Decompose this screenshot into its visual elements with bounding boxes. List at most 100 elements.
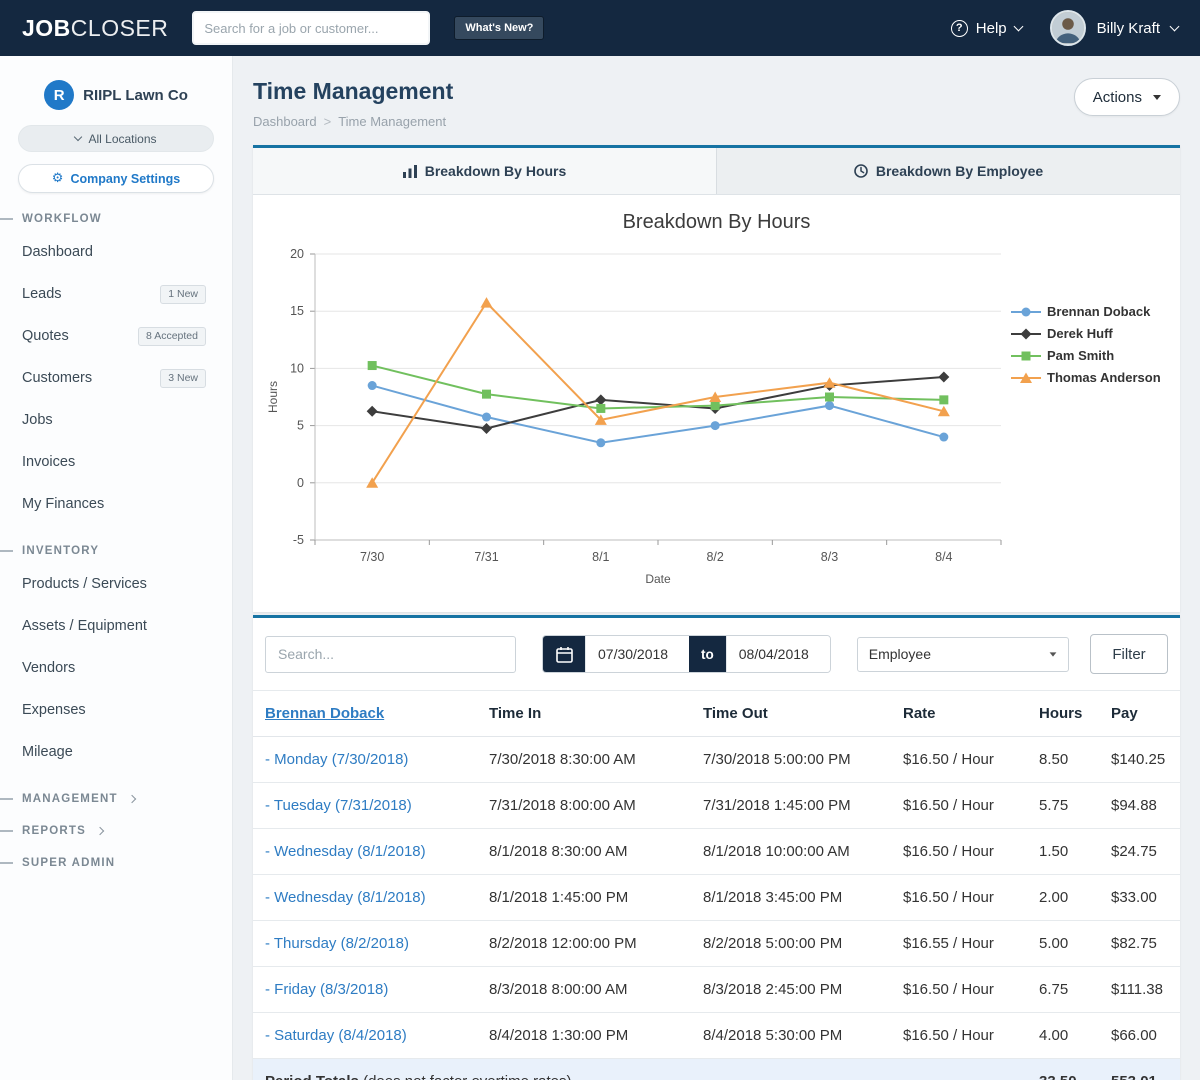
- table-row: - Wednesday (8/1/2018) 8/1/2018 1:45:00 P…: [253, 875, 1180, 921]
- legend-item-pam-smith[interactable]: Pam Smith: [1011, 348, 1179, 363]
- sidebar-item-quotes[interactable]: Quotes8 Accepted: [0, 315, 232, 357]
- help-menu[interactable]: ? Help: [951, 20, 1022, 37]
- tab-breakdown-by-employee[interactable]: Breakdown By Employee: [717, 148, 1180, 194]
- sidebar: R RIIPL Lawn Co All Locations ⚙ Company …: [0, 56, 233, 1080]
- day-link[interactable]: - Wednesday (8/1/2018): [265, 843, 426, 860]
- svg-text:8/2: 8/2: [706, 550, 723, 564]
- sidebar-item-dashboard[interactable]: Dashboard: [0, 231, 232, 273]
- company-name: RIIPL Lawn Co: [83, 87, 188, 104]
- nav-section-workflow: WORKFLOW: [0, 213, 232, 225]
- table-row: - Wednesday (8/1/2018) 8/1/2018 8:30:00 A…: [253, 829, 1180, 875]
- nav-section-management[interactable]: MANAGEMENT: [0, 793, 232, 805]
- column-header-hours: Hours: [1027, 691, 1099, 737]
- pay-cell: $33.00: [1099, 875, 1180, 921]
- sidebar-item-label: Vendors: [22, 660, 75, 676]
- day-link[interactable]: - Saturday (8/4/2018): [265, 1027, 407, 1044]
- locations-label: All Locations: [88, 132, 156, 146]
- pay-cell: $140.25: [1099, 737, 1180, 783]
- period-totals-row: Period Totals (does not factor overtime …: [253, 1059, 1180, 1080]
- all-locations-dropdown[interactable]: All Locations: [18, 125, 214, 152]
- whats-new-button[interactable]: What's New?: [454, 16, 544, 40]
- chevron-right-icon: [96, 827, 104, 835]
- sidebar-item-leads[interactable]: Leads1 New: [0, 273, 232, 315]
- sidebar-item-invoices[interactable]: Invoices: [0, 441, 232, 483]
- chart-legend: Brennan Doback Derek Huff Pam Smith Thomas …: [1011, 304, 1179, 385]
- time-out-cell: 7/31/2018 1:45:00 PM: [691, 783, 891, 829]
- nav-section-reports[interactable]: REPORTS: [0, 825, 232, 837]
- svg-text:Date: Date: [645, 572, 671, 586]
- sidebar-item-assets-equipment[interactable]: Assets / Equipment: [0, 605, 232, 647]
- rate-cell: $16.50 / Hour: [891, 783, 1027, 829]
- table-row: - Saturday (8/4/2018) 8/4/2018 1:30:00 PM…: [253, 1013, 1180, 1059]
- day-link[interactable]: - Friday (8/3/2018): [265, 981, 388, 998]
- time-out-cell: 8/3/2018 2:45:00 PM: [691, 967, 891, 1013]
- chart-title: Breakdown By Hours: [253, 211, 1180, 234]
- legend-marker-icon: [1011, 328, 1041, 340]
- table-row: - Monday (7/30/2018)7/30/2018 8:30:00 AM…: [253, 737, 1180, 783]
- filter-button[interactable]: Filter: [1090, 634, 1168, 674]
- rate-cell: $16.50 / Hour: [891, 967, 1027, 1013]
- day-link[interactable]: - Wednesday (8/1/2018): [265, 889, 426, 906]
- date-to-input[interactable]: [726, 636, 830, 672]
- column-header-time-out: Time Out: [691, 691, 891, 737]
- user-name: Billy Kraft: [1097, 20, 1160, 37]
- company-settings-button[interactable]: ⚙ Company Settings: [18, 164, 214, 193]
- avatar: [1050, 10, 1086, 46]
- legend-item-brennan-doback[interactable]: Brennan Doback: [1011, 304, 1179, 319]
- employee-link[interactable]: Brennan Doback: [265, 705, 384, 722]
- pay-cell: $24.75: [1099, 829, 1180, 875]
- sidebar-item-vendors[interactable]: Vendors: [0, 647, 232, 689]
- caret-down-icon: [1049, 652, 1056, 656]
- breadcrumb-current: Time Management: [317, 114, 447, 129]
- sidebar-item-mileage[interactable]: Mileage: [0, 731, 232, 773]
- sidebar-item-products-services[interactable]: Products / Services: [0, 563, 232, 605]
- user-menu[interactable]: Billy Kraft: [1050, 10, 1178, 46]
- hours-cell: 4.00: [1027, 1013, 1099, 1059]
- sidebar-item-jobs[interactable]: Jobs: [0, 399, 232, 441]
- day-link[interactable]: - Thursday (8/2/2018): [265, 935, 409, 952]
- chevron-down-icon: [1013, 21, 1023, 31]
- global-search: [192, 11, 430, 45]
- tab-breakdown-by-hours[interactable]: Breakdown By Hours: [253, 148, 717, 194]
- chevron-right-icon: [127, 795, 135, 803]
- sidebar-item-label: My Finances: [22, 496, 104, 512]
- time-out-cell: 7/30/2018 5:00:00 PM: [691, 737, 891, 783]
- svg-text:Hours: Hours: [266, 381, 280, 413]
- sidebar-item-my-finances[interactable]: My Finances: [0, 483, 232, 525]
- time-out-cell: 8/2/2018 5:00:00 PM: [691, 921, 891, 967]
- sidebar-item-label: Invoices: [22, 454, 75, 470]
- svg-text:15: 15: [290, 304, 304, 318]
- actions-button[interactable]: Actions: [1074, 78, 1180, 116]
- settings-label: Company Settings: [70, 172, 180, 186]
- table-header-row: Brennan DobackTime InTime OutRateHoursPa…: [253, 691, 1180, 737]
- global-search-input[interactable]: [194, 13, 428, 43]
- svg-text:8/4: 8/4: [935, 550, 952, 564]
- time-in-cell: 8/4/2018 1:30:00 PM: [477, 1013, 691, 1059]
- sidebar-item-label: Products / Services: [22, 576, 147, 592]
- user-photo-icon: [1052, 12, 1084, 44]
- legend-item-thomas-anderson[interactable]: Thomas Anderson: [1011, 370, 1179, 385]
- app-logo[interactable]: JOBCLOSER: [22, 15, 168, 42]
- time-in-cell: 8/1/2018 1:45:00 PM: [477, 875, 691, 921]
- date-range-to-label: to: [689, 636, 726, 672]
- employee-select[interactable]: Employee: [857, 637, 1069, 672]
- breadcrumb-dashboard[interactable]: Dashboard: [253, 114, 317, 129]
- date-from-input[interactable]: [585, 636, 689, 672]
- hours-cell: 2.00: [1027, 875, 1099, 921]
- time-in-cell: 8/1/2018 8:30:00 AM: [477, 829, 691, 875]
- sidebar-item-label: Customers: [22, 370, 92, 386]
- totals-label: Period Totals: [265, 1073, 359, 1080]
- day-link[interactable]: - Monday (7/30/2018): [265, 751, 408, 768]
- hours-cell: 5.75: [1027, 783, 1099, 829]
- totals-note: (does not factor overtime rates): [359, 1073, 572, 1080]
- sidebar-item-expenses[interactable]: Expenses: [0, 689, 232, 731]
- legend-item-derek-huff[interactable]: Derek Huff: [1011, 326, 1179, 341]
- rate-cell: $16.50 / Hour: [891, 829, 1027, 875]
- employee-column-header: Brennan Doback: [253, 691, 477, 737]
- breadcrumb: DashboardTime Management: [253, 114, 453, 129]
- calendar-button[interactable]: [543, 636, 585, 672]
- sidebar-item-customers[interactable]: Customers3 New: [0, 357, 232, 399]
- svg-text:7/31: 7/31: [474, 550, 498, 564]
- table-search-input[interactable]: [265, 636, 516, 673]
- day-link[interactable]: - Tuesday (7/31/2018): [265, 797, 412, 814]
